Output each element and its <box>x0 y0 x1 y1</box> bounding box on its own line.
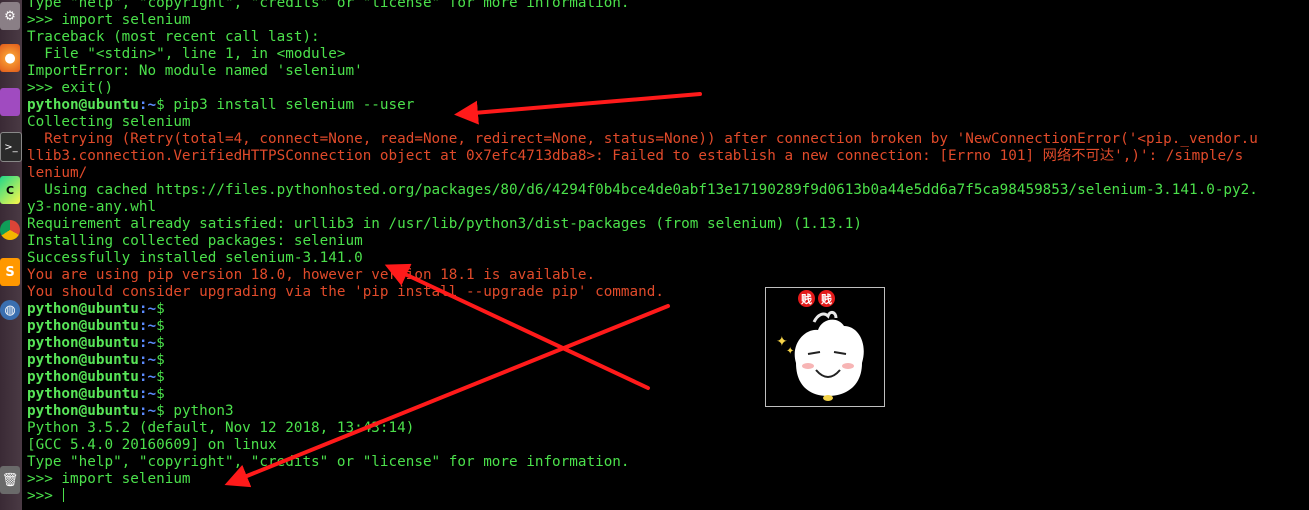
terminal-line: >>> import selenium <box>27 471 1258 488</box>
terminal-text: Collecting selenium <box>27 114 191 130</box>
terminal-line: Python 3.5.2 (default, Nov 12 2018, 13:4… <box>27 420 1258 437</box>
prompt-user-host: python@ubuntu <box>27 369 139 385</box>
terminal-text: You are using pip version 18.0, however … <box>27 267 596 283</box>
prompt-path: :~ <box>138 403 157 419</box>
terminal-text: >>> import selenium <box>27 471 191 487</box>
terminal-text: Requirement already satisfied: urllib3 i… <box>27 216 862 232</box>
terminal-line: File "<stdin>", line 1, in <module> <box>27 46 1258 63</box>
terminal-text: Type "help", "copyright", "credits" or "… <box>27 454 630 470</box>
prompt-user-host: python@ubuntu <box>27 335 139 351</box>
prompt-path: :~ <box>138 318 157 334</box>
prompt-path: :~ <box>138 386 157 402</box>
terminal-text: ImportError: No module named 'selenium' <box>27 63 363 79</box>
settings-icon[interactable]: ⚙ <box>0 2 20 30</box>
terminal-line: Collecting selenium <box>27 114 1258 131</box>
terminal-text: $ <box>156 318 165 334</box>
prompt-user-host: python@ubuntu <box>27 386 139 402</box>
terminal-line: >>> <box>27 488 1258 505</box>
terminal-line: Type "help", "copyright", "credits" or "… <box>27 454 1258 471</box>
sticker-badge-1: 贱 <box>798 290 815 307</box>
firefox-icon[interactable]: ● <box>0 44 20 72</box>
terminal-text: y3-none-any.whl <box>27 199 157 215</box>
terminal-text: $ <box>156 386 165 402</box>
terminal-line: python@ubuntu:~$ <box>27 386 1258 403</box>
terminal-text: lenium/ <box>27 165 88 181</box>
terminal-app-icon[interactable]: >_ <box>0 132 22 162</box>
terminal-line: lenium/ <box>27 165 1258 182</box>
terminal-text: You should consider upgrading via the 'p… <box>27 284 664 300</box>
prompt-path: :~ <box>138 301 157 317</box>
terminal-text: $ python3 <box>156 403 234 419</box>
terminal-line: Requirement already satisfied: urllib3 i… <box>27 216 1258 233</box>
terminal-line: Type "help", "copyright", "credits" or "… <box>27 0 1258 12</box>
terminal-text: Type "help", "copyright", "credits" or "… <box>27 0 630 11</box>
terminal-line: >>> import selenium <box>27 12 1258 29</box>
terminal-line: ImportError: No module named 'selenium' <box>27 63 1258 80</box>
text-cursor <box>63 488 65 502</box>
terminal-line: y3-none-any.whl <box>27 199 1258 216</box>
terminal-line: llib3.connection.VerifiedHTTPSConnection… <box>27 148 1258 165</box>
prompt-user-host: python@ubuntu <box>27 301 139 317</box>
terminal-text: >>> exit() <box>27 80 114 96</box>
terminal-text: $ pip3 install selenium --user <box>156 97 415 113</box>
terminal-text: Using cached https://files.pythonhosted.… <box>27 182 1258 198</box>
terminal-line: Installing collected packages: selenium <box>27 233 1258 250</box>
network-icon[interactable]: ◍ <box>0 300 20 320</box>
prompt-path: :~ <box>138 369 157 385</box>
terminal-text: Traceback (most recent call last): <box>27 29 320 45</box>
terminal-line: python@ubuntu:~$ <box>27 335 1258 352</box>
prompt-path: :~ <box>138 97 157 113</box>
terminal-text: $ <box>156 335 165 351</box>
terminal-line: python@ubuntu:~$ pip3 install selenium -… <box>27 97 1258 114</box>
chrome-icon[interactable] <box>0 220 20 240</box>
terminal-line: You should consider upgrading via the 'p… <box>27 284 1258 301</box>
prompt-path: :~ <box>138 352 157 368</box>
terminal-text: $ <box>156 301 165 317</box>
sparkle-icon: ✦ <box>786 346 795 357</box>
prompt-user-host: python@ubuntu <box>27 318 139 334</box>
terminal-text: [GCC 5.4.0 20160609] on linux <box>27 437 277 453</box>
terminal-window[interactable]: Type "help", "copyright", "credits" or "… <box>27 0 1309 510</box>
terminal-text: >>> import selenium <box>27 12 191 28</box>
terminal-output: Type "help", "copyright", "credits" or "… <box>27 0 1258 505</box>
terminal-text: Installing collected packages: selenium <box>27 233 363 249</box>
terminal-line: Retrying (Retry(total=4, connect=None, r… <box>27 131 1258 148</box>
pycharm-icon[interactable]: C <box>0 176 20 204</box>
terminal-line: python@ubuntu:~$ <box>27 318 1258 335</box>
terminal-text: Retrying (Retry(total=4, connect=None, r… <box>27 131 1258 147</box>
terminal-text: >>> <box>27 488 62 504</box>
terminal-line: Traceback (most recent call last): <box>27 29 1258 46</box>
terminal-text: llib3.connection.VerifiedHTTPSConnection… <box>27 148 1244 164</box>
sticker-badge-2: 贱 <box>818 290 835 307</box>
sticker-image: 贱 贱 ✦ ✦ <box>765 287 885 407</box>
terminal-line: Successfully installed selenium-3.141.0 <box>27 250 1258 267</box>
terminal-line: python@ubuntu:~$ python3 <box>27 403 1258 420</box>
trash-icon[interactable]: 🗑 <box>0 466 20 494</box>
prompt-user-host: python@ubuntu <box>27 352 139 368</box>
terminal-line: [GCC 5.4.0 20160609] on linux <box>27 437 1258 454</box>
prompt-path: :~ <box>138 335 157 351</box>
terminal-line: >>> exit() <box>27 80 1258 97</box>
prompt-user-host: python@ubuntu <box>27 403 139 419</box>
terminal-line: python@ubuntu:~$ <box>27 301 1258 318</box>
prompt-user-host: python@ubuntu <box>27 97 139 113</box>
sublime-icon[interactable]: S <box>0 258 20 286</box>
terminal-text: $ <box>156 369 165 385</box>
terminal-line: Using cached https://files.pythonhosted.… <box>27 182 1258 199</box>
terminal-text: $ <box>156 352 165 368</box>
terminal-line: python@ubuntu:~$ <box>27 369 1258 386</box>
terminal-text: File "<stdin>", line 1, in <module> <box>27 46 346 62</box>
terminal-line: python@ubuntu:~$ <box>27 352 1258 369</box>
purple-app-icon[interactable] <box>0 88 20 116</box>
terminal-line: You are using pip version 18.0, however … <box>27 267 1258 284</box>
terminal-text: Python 3.5.2 (default, Nov 12 2018, 13:4… <box>27 420 415 436</box>
ubuntu-launcher: ⚙ ● >_ C S ◍ 🗑 <box>0 0 22 510</box>
terminal-text: Successfully installed selenium-3.141.0 <box>27 250 363 266</box>
